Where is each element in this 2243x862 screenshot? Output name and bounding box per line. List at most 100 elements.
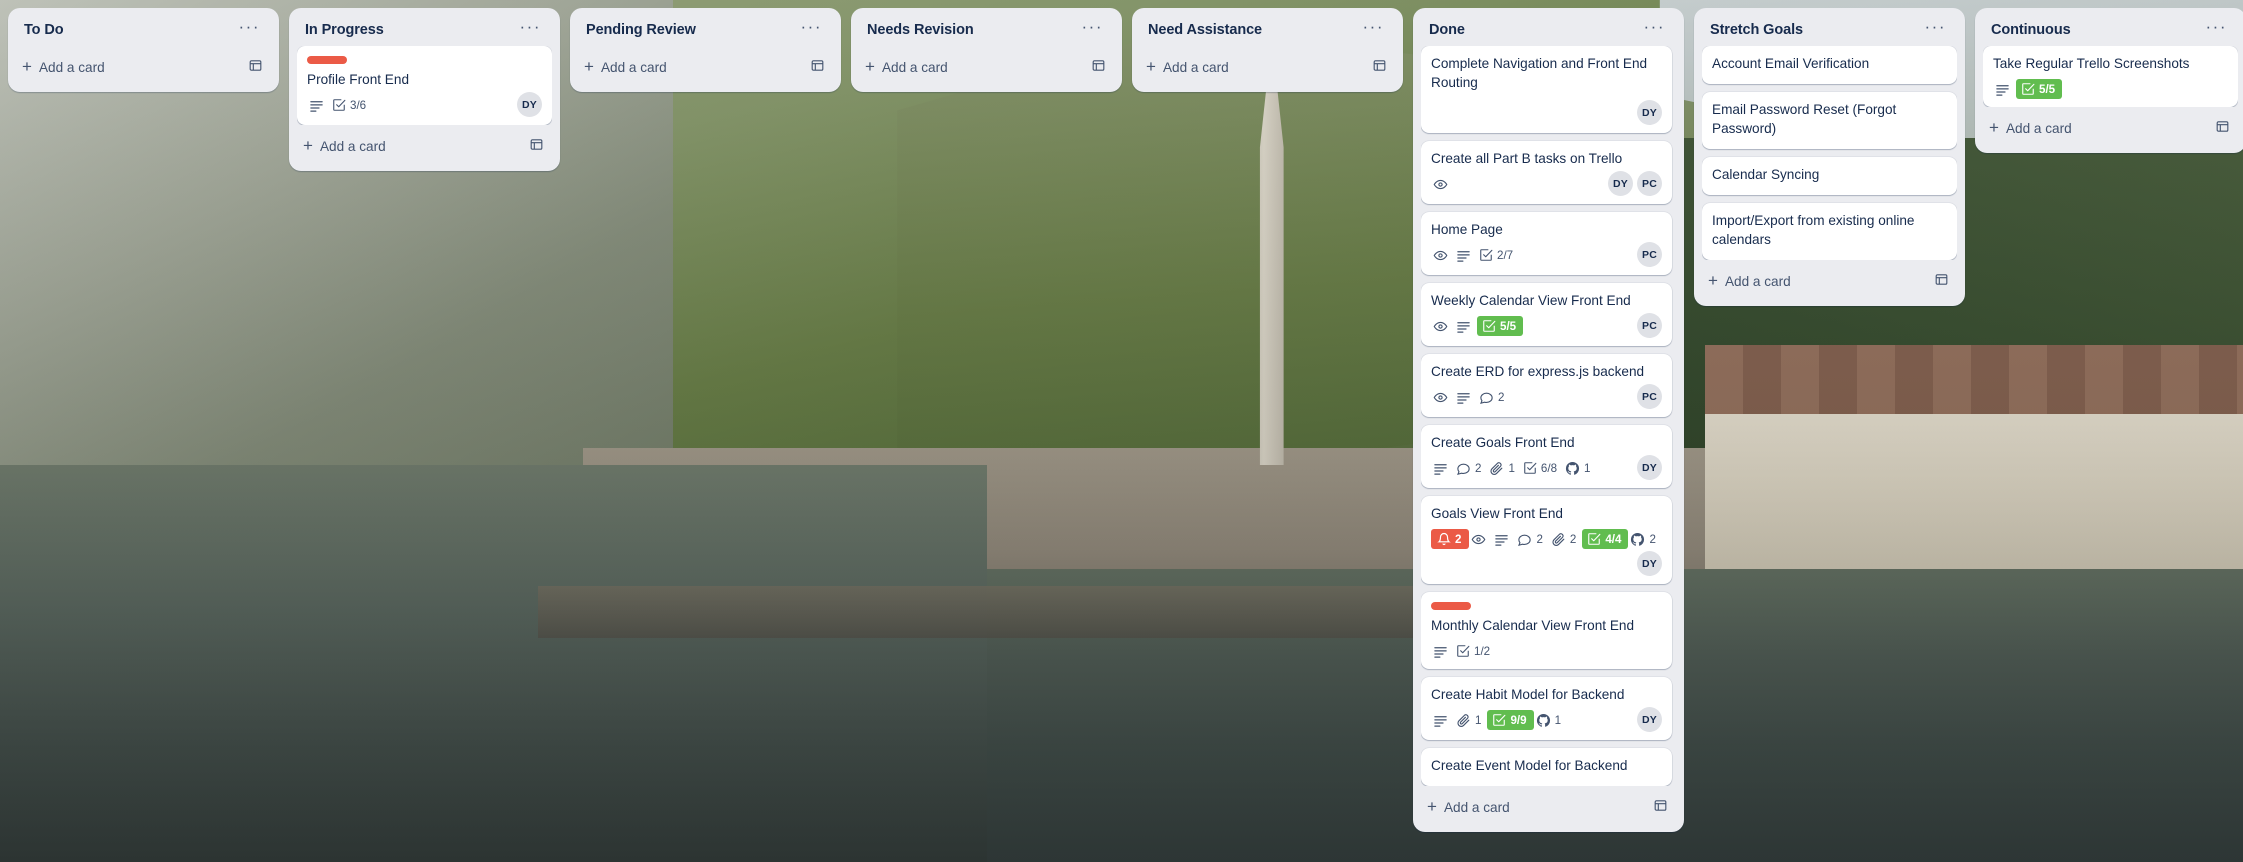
avatar[interactable]: DY [517, 92, 542, 117]
avatar[interactable]: PC [1637, 384, 1662, 409]
avatar[interactable]: PC [1637, 242, 1662, 267]
add-a-card-button[interactable]: + Add a card [859, 50, 1114, 84]
list-title[interactable]: Needs Revision [867, 22, 974, 38]
badge-comment: 2 [1515, 529, 1548, 549]
card-template-icon[interactable] [529, 137, 544, 155]
list-actions-menu-icon[interactable]: ··· [798, 18, 825, 38]
add-a-card-button[interactable]: + Add a card [1702, 264, 1957, 298]
add-a-card-button[interactable]: + Add a card [578, 50, 833, 84]
list-title[interactable]: Pending Review [586, 22, 696, 38]
list-title[interactable]: In Progress [305, 22, 384, 38]
list-title[interactable]: Need Assistance [1148, 22, 1262, 38]
card-title: Account Email Verification [1712, 56, 1870, 71]
card-label[interactable] [1431, 602, 1471, 610]
avatar[interactable]: DY [1637, 707, 1662, 732]
card[interactable]: Account Email Verification [1702, 46, 1957, 84]
card-badges: 1 9/9 1 [1431, 710, 1637, 730]
badge-comment: 2 [1454, 458, 1487, 478]
card-footer: 2 1 6/8 1 DY [1431, 455, 1662, 480]
badge-description [307, 95, 330, 115]
card-template-icon[interactable] [1653, 798, 1668, 816]
avatar[interactable]: DY [1637, 455, 1662, 480]
list-header: In Progress ··· [297, 16, 552, 46]
card[interactable]: Email Password Reset (Forgot Password) [1702, 92, 1957, 149]
add-a-card-button[interactable]: + Add a card [297, 129, 552, 163]
card-footer [1431, 95, 1662, 98]
list-title[interactable]: Stretch Goals [1710, 22, 1803, 38]
list-actions-menu-icon[interactable]: ··· [1922, 18, 1949, 38]
card-title: Create Event Model for Backend [1431, 758, 1628, 773]
card[interactable]: Calendar Syncing [1702, 157, 1957, 195]
card-footer: 2 2 2 4/4 2 [1431, 526, 1662, 549]
badge-checklist: 1/2 [1454, 641, 1496, 661]
card[interactable]: Create Event Model for Backend [1421, 748, 1672, 786]
add-a-card-button[interactable]: + Add a card [1421, 790, 1676, 824]
card-template-icon[interactable] [2215, 119, 2230, 137]
card-label[interactable] [307, 56, 347, 64]
watch-icon [1433, 390, 1448, 405]
badge-text: 2 [1649, 532, 1656, 546]
badge-attachment: 1 [1454, 710, 1487, 730]
list-actions-menu-icon[interactable]: ··· [1360, 18, 1387, 38]
description-icon [1456, 248, 1471, 263]
card[interactable]: Complete Navigation and Front End Routin… [1421, 46, 1672, 133]
card-list: Profile Front End 3/6 DY [297, 46, 552, 125]
avatar[interactable]: DY [1637, 551, 1662, 576]
badge-checklist: 5/5 [1477, 316, 1524, 336]
checklist-icon [1456, 644, 1470, 658]
avatar[interactable]: PC [1637, 171, 1662, 196]
badge-text: 2 [1536, 532, 1543, 546]
card-members: DY [1637, 455, 1662, 480]
plus-icon: + [865, 57, 875, 76]
card[interactable]: Create Habit Model for Backend 1 9/9 1 DY [1421, 677, 1672, 740]
list-title[interactable]: Continuous [1991, 22, 2071, 38]
card[interactable]: Create all Part B tasks on Trello DY PC [1421, 141, 1672, 204]
card-title: Goals View Front End [1431, 506, 1563, 521]
list-pending-review: Pending Review ··· + Add a card [570, 8, 841, 92]
card[interactable]: Monthly Calendar View Front End 1/2 [1421, 592, 1672, 669]
list-header: Stretch Goals ··· [1702, 16, 1957, 46]
list-header: Continuous ··· [1983, 16, 2238, 46]
watch-icon [1433, 248, 1448, 263]
card[interactable]: Home Page 2/7 PC [1421, 212, 1672, 275]
avatar[interactable]: PC [1637, 313, 1662, 338]
checklist-icon [1492, 713, 1506, 727]
description-icon [1456, 319, 1471, 334]
avatar[interactable]: DY [1637, 100, 1662, 125]
card[interactable]: Take Regular Trello Screenshots 5/5 [1983, 46, 2238, 107]
list-title[interactable]: To Do [24, 22, 64, 38]
card[interactable]: Import/Export from existing online calen… [1702, 203, 1957, 260]
card-template-icon[interactable] [1934, 272, 1949, 290]
card[interactable]: Create Goals Front End 2 1 6/8 1 DY [1421, 425, 1672, 488]
add-a-card-button[interactable]: + Add a card [1983, 111, 2238, 145]
list-actions-menu-icon[interactable]: ··· [1641, 18, 1668, 38]
card-template-icon[interactable] [248, 58, 263, 76]
card-template-icon[interactable] [1091, 58, 1106, 76]
add-a-card-button[interactable]: + Add a card [16, 50, 271, 84]
card-title: Weekly Calendar View Front End [1431, 293, 1631, 308]
card-title: Email Password Reset (Forgot Password) [1712, 102, 1897, 136]
card[interactable]: Weekly Calendar View Front End 5/5 PC [1421, 283, 1672, 346]
card[interactable]: Create ERD for express.js backend 2 PC [1421, 354, 1672, 417]
attachment-icon [1456, 713, 1471, 728]
badge-text: 1 [1584, 461, 1591, 475]
card-badges: 5/5 [1993, 79, 2228, 99]
list-actions-menu-icon[interactable]: ··· [1079, 18, 1106, 38]
watch-icon [1471, 532, 1486, 547]
card-template-icon[interactable] [810, 58, 825, 76]
add-a-card-button[interactable]: + Add a card [1140, 50, 1395, 84]
card-list: Take Regular Trello Screenshots 5/5 [1983, 46, 2238, 107]
list-title[interactable]: Done [1429, 22, 1465, 38]
card[interactable]: Goals View Front End 2 2 2 4/4 2 DY [1421, 496, 1672, 584]
card-template-icon[interactable] [1372, 58, 1387, 76]
avatar[interactable]: DY [1608, 171, 1633, 196]
trello-board: To Do ··· + Add a card In Progress ··· Profile… [0, 0, 2243, 862]
list-actions-menu-icon[interactable]: ··· [2203, 18, 2230, 38]
list-header: Pending Review ··· [578, 16, 833, 46]
card-footer: 2/7 PC [1431, 242, 1662, 267]
list-actions-menu-icon[interactable]: ··· [517, 18, 544, 38]
checklist-icon [1482, 319, 1496, 333]
card[interactable]: Profile Front End 3/6 DY [297, 46, 552, 125]
card-title: Calendar Syncing [1712, 167, 1820, 182]
list-actions-menu-icon[interactable]: ··· [236, 18, 263, 38]
